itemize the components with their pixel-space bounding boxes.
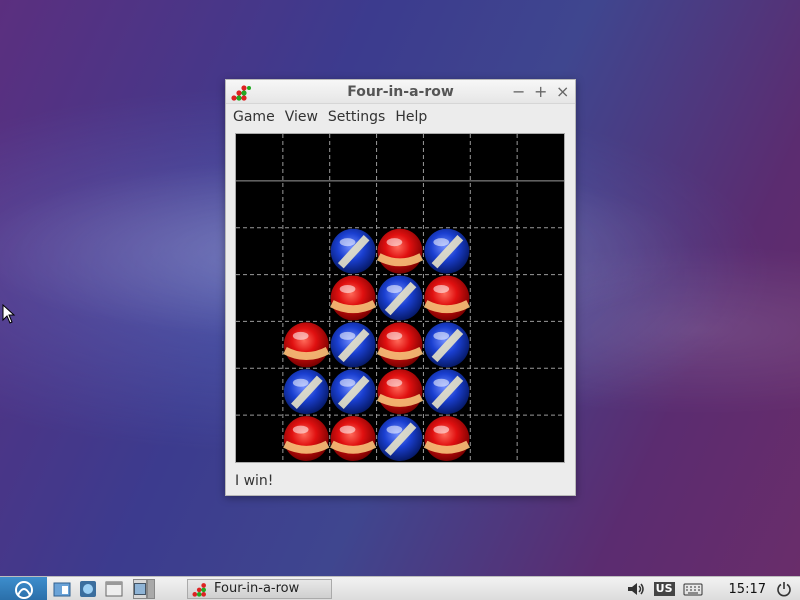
taskbar-task-four-in-a-row[interactable]: Four-in-a-row (187, 578, 332, 599)
board-canvas[interactable] (236, 134, 564, 462)
red-piece (423, 416, 470, 462)
red-piece (423, 275, 470, 321)
show-desktop-icon[interactable] (103, 579, 125, 599)
red-piece (283, 416, 330, 462)
clock[interactable]: 15:17 (729, 582, 766, 597)
maximize-button[interactable]: + (534, 82, 547, 102)
blue-piece (424, 322, 470, 368)
power-icon[interactable] (776, 581, 792, 597)
file-manager-icon[interactable] (51, 579, 73, 599)
game-board[interactable] (235, 133, 565, 463)
task-label: Four-in-a-row (214, 581, 300, 596)
red-piece (376, 369, 424, 415)
close-button[interactable]: × (556, 82, 569, 102)
blue-piece (330, 322, 376, 368)
menu-game[interactable]: Game (233, 109, 275, 125)
app-window: Four-in-a-row − + × Game View Settings H… (225, 79, 576, 496)
menu-help[interactable]: Help (395, 109, 427, 125)
menu-bar: Game View Settings Help (226, 104, 575, 130)
title-bar[interactable]: Four-in-a-row − + × (226, 80, 575, 104)
workspace-1[interactable] (133, 578, 147, 599)
workspace-2[interactable] (147, 578, 155, 599)
mouse-cursor-icon (2, 304, 16, 324)
keyboard-icon[interactable] (683, 582, 703, 596)
volume-icon[interactable] (626, 581, 646, 597)
red-piece (376, 228, 424, 274)
taskbar: Four-in-a-row US 15:17 (0, 576, 800, 600)
blue-piece (424, 369, 470, 415)
menu-view[interactable]: View (285, 109, 318, 125)
blue-piece (283, 369, 329, 415)
status-bar: I win! (235, 473, 274, 489)
blue-piece (377, 416, 423, 462)
blue-piece (424, 228, 470, 274)
blue-piece (377, 275, 423, 321)
four-in-a-row-task-icon (192, 582, 206, 597)
red-piece (330, 275, 377, 321)
start-menu-button[interactable] (0, 576, 47, 600)
lubuntu-logo-icon (14, 580, 33, 599)
red-piece (283, 322, 330, 368)
keyboard-layout-indicator[interactable]: US (653, 582, 675, 596)
blue-piece (330, 369, 376, 415)
web-browser-icon[interactable] (77, 579, 99, 599)
blue-piece (330, 228, 376, 274)
red-piece (376, 322, 424, 368)
system-tray: US 15:17 (626, 577, 800, 600)
minimize-button[interactable]: − (512, 82, 525, 102)
menu-settings[interactable]: Settings (328, 109, 385, 125)
red-piece (330, 416, 377, 462)
workspace-switcher[interactable] (133, 578, 155, 599)
